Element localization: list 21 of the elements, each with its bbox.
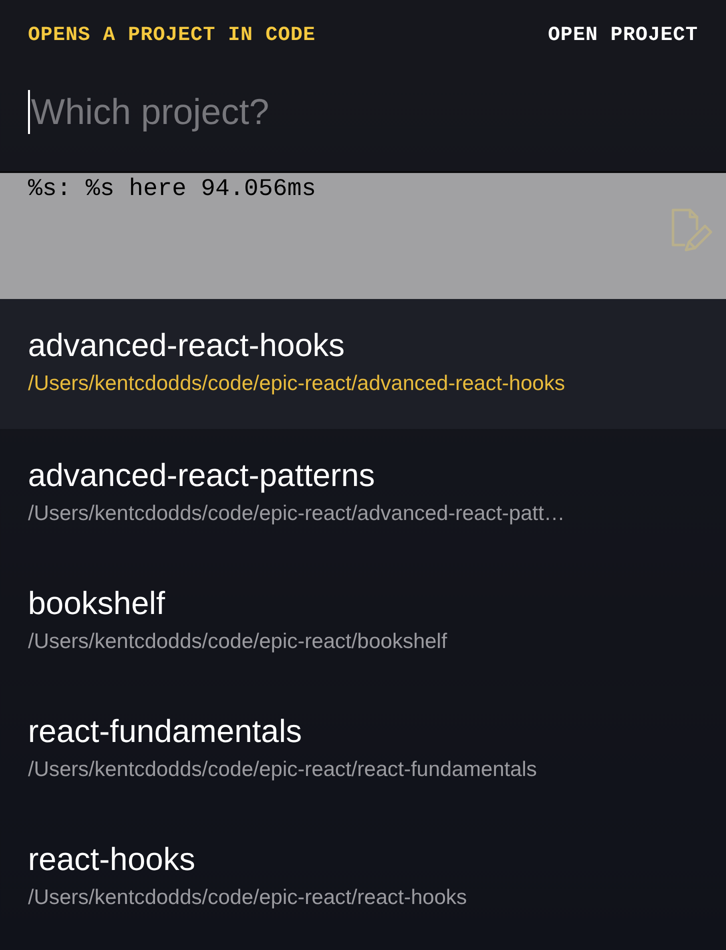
log-text: %s: %s here 94.056ms <box>28 175 318 205</box>
project-name: react-fundamentals <box>28 712 303 750</box>
project-item[interactable]: bookshelf /Users/kentcdodds/code/epic-react/bookshelf <box>0 557 726 685</box>
project-path: /Users/kentcdodds/code/epic-react/advanced-react-patt… <box>28 501 566 527</box>
project-name: advanced-react-hooks <box>28 326 346 364</box>
project-path: /Users/kentcdodds/code/epic-react/react-fundamentals <box>28 757 538 783</box>
project-path: /Users/kentcdodds/code/epic-react/bookshelf <box>28 629 448 655</box>
project-name: react-hooks <box>28 840 196 878</box>
file-edit-icon <box>671 208 713 252</box>
search-field[interactable]: Which project? <box>30 88 698 136</box>
project-item[interactable]: advanced-react-hooks /Users/kentcdodds/code/epic-react/advanced-react-hooks <box>0 299 726 429</box>
prompt-description: OPENS A PROJECT IN CODE <box>28 23 316 49</box>
project-item[interactable]: react-hooks /Users/kentcdodds/code/epic-react/react-hooks <box>0 813 726 941</box>
project-name: bookshelf <box>28 584 166 622</box>
prompt-title: OPEN PROJECT <box>548 23 698 49</box>
project-item[interactable]: advanced-react-patterns /Users/kentcdodds/code/epic-react/advanced-react-patt… <box>0 429 726 557</box>
project-name: advanced-react-patterns <box>28 456 376 494</box>
project-item[interactable]: react-fundamentals /Users/kentcdodds/code/epic-react/react-fundamentals <box>0 685 726 813</box>
project-path: /Users/kentcdodds/code/epic-react/react-hooks <box>28 885 468 911</box>
text-caret <box>28 90 30 134</box>
project-path: /Users/kentcdodds/code/epic-react/advanced-react-hooks <box>28 371 566 397</box>
